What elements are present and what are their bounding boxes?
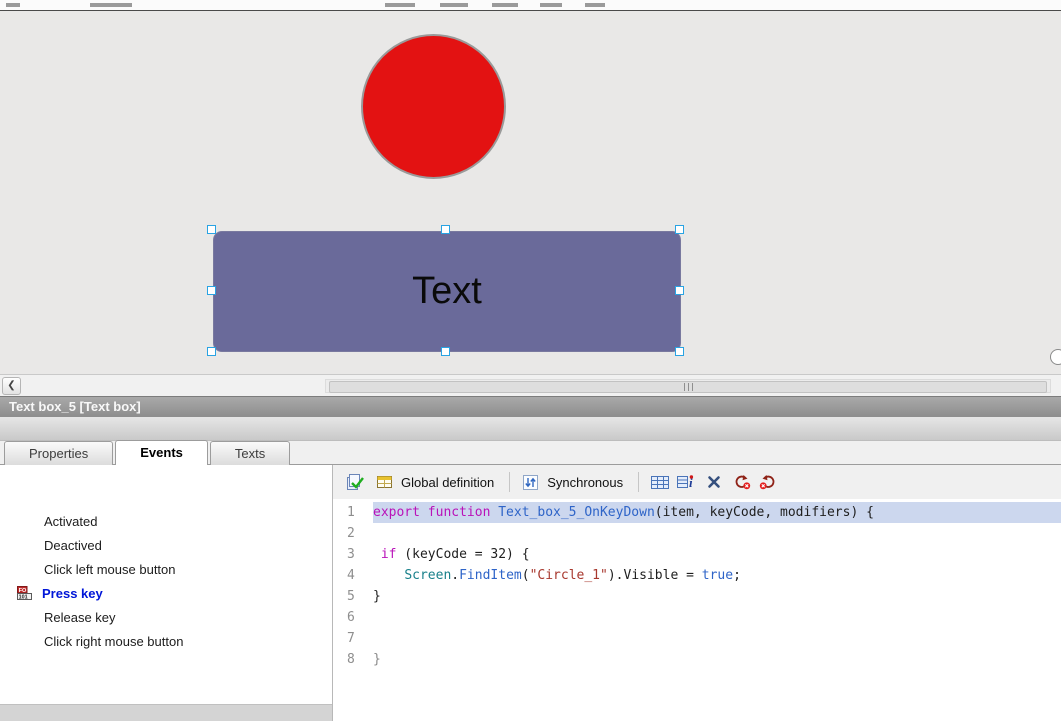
line-number: 4	[347, 565, 365, 586]
line-number: 1	[347, 502, 365, 523]
line-number: 7	[347, 628, 365, 649]
tab-texts[interactable]: Texts	[210, 441, 290, 465]
event-list-item[interactable]: Click right mouse button	[0, 629, 332, 653]
event-item-label: Press key	[42, 586, 103, 601]
event-categories-panel: Activated Deactived Click left mouse butto…	[0, 465, 333, 721]
line-number: 6	[347, 607, 365, 628]
line-number: 5	[347, 586, 365, 607]
event-list-item[interactable]: Release key	[0, 605, 332, 629]
code-text: export function Text_box_5_OnKeyDown(ite…	[373, 502, 1061, 523]
event-item-label: Click right mouse button	[44, 634, 183, 649]
synchronous-icon[interactable]	[521, 473, 540, 492]
canvas-hscrollbar-row	[0, 374, 1061, 397]
selection-handle-middle-left[interactable]	[207, 286, 216, 295]
script-panel: Global definition Synchronous	[333, 465, 1061, 721]
insert-table-icon[interactable]	[650, 474, 670, 491]
line-number: 8	[347, 649, 365, 670]
svg-text:101: 101	[19, 595, 28, 600]
code-line[interactable]: 7	[333, 628, 1061, 649]
code-line[interactable]: 8}	[333, 649, 1061, 670]
selection-handle-top-middle[interactable]	[441, 225, 450, 234]
inspector-title: Text box_5 [Text box]	[0, 396, 1061, 417]
scroll-left-button[interactable]	[2, 377, 21, 395]
tab-events[interactable]: Events	[115, 440, 208, 465]
code-text	[373, 523, 1061, 544]
delete-icon[interactable]	[706, 474, 722, 490]
inspector-subbar	[0, 417, 1061, 441]
script-code-editor[interactable]: 1 export function Text_box_5_OnKeyDown(it…	[333, 499, 1061, 721]
circle-shape[interactable]	[361, 34, 506, 179]
code-line[interactable]: 6	[333, 607, 1061, 628]
code-line[interactable]: 3 if (keyCode = 32) {	[333, 544, 1061, 565]
event-item-label: Deactived	[44, 538, 102, 553]
system-functions-icon[interactable]: i	[676, 473, 696, 491]
global-definition-label: Global definition	[401, 475, 494, 490]
line-number: 2	[347, 523, 365, 544]
code-text	[373, 607, 1061, 628]
event-list-item[interactable]: Deactived	[0, 533, 332, 557]
script-toolbar: Global definition Synchronous	[333, 465, 1061, 499]
event-item-label: Activated	[44, 514, 97, 529]
code-text: }	[373, 586, 1061, 607]
svg-text:FO: FO	[19, 588, 27, 594]
wincc-screen-editor-window: Text Text box_5 [Text box] Properties Ev…	[0, 0, 1061, 721]
synchronous-label: Synchronous	[547, 475, 623, 490]
hscrollbar-thumb[interactable]	[329, 381, 1047, 393]
code-text	[373, 628, 1061, 649]
code-line[interactable]: 2	[333, 523, 1061, 544]
tab-properties[interactable]: Properties	[4, 441, 113, 465]
canvas-edge-handle[interactable]	[1050, 349, 1061, 365]
event-list: Activated Deactived Click left mouse butto…	[0, 465, 332, 653]
event-item-label: Click left mouse button	[44, 562, 176, 577]
selection-handle-bottom-middle[interactable]	[441, 347, 450, 356]
inspector-tab-row: Properties Events Texts	[0, 440, 1061, 465]
toolbar-separator	[638, 472, 639, 492]
selection-handle-top-right[interactable]	[675, 225, 684, 234]
screen-design-canvas[interactable]: Text	[0, 11, 1061, 374]
event-list-bottom-scrollbar[interactable]	[0, 704, 332, 721]
code-line[interactable]: 4 Screen.FindItem("Circle_1").Visible = …	[333, 565, 1061, 586]
selection-handle-bottom-right[interactable]	[675, 347, 684, 356]
toolbar-separator	[509, 472, 510, 492]
selection-handle-middle-right[interactable]	[675, 286, 684, 295]
undo-error-icon[interactable]	[758, 473, 778, 491]
keyboard-101-icon: FO101	[17, 586, 35, 600]
selection-handle-top-left[interactable]	[207, 225, 216, 234]
event-item-label: Release key	[44, 610, 116, 625]
global-definition-icon[interactable]	[375, 473, 394, 491]
textbox-shape[interactable]: Text	[213, 231, 681, 352]
redo-error-icon[interactable]	[732, 473, 752, 491]
event-list-item[interactable]: Activated	[0, 509, 332, 533]
code-lines: 1 export function Text_box_5_OnKeyDown(it…	[333, 502, 1061, 670]
events-tab-content: Activated Deactived Click left mouse butto…	[0, 465, 1061, 721]
event-list-item[interactable]: FO101 Press key	[0, 581, 332, 605]
code-line[interactable]: 1 export function Text_box_5_OnKeyDown(it…	[333, 502, 1061, 523]
code-text: if (keyCode = 32) {	[373, 544, 1061, 565]
event-list-item[interactable]: Click left mouse button	[0, 557, 332, 581]
validate-script-icon[interactable]	[345, 473, 365, 492]
line-number: 3	[347, 544, 365, 565]
hscrollbar-track[interactable]	[325, 379, 1051, 393]
code-line[interactable]: 5}	[333, 586, 1061, 607]
code-text: }	[373, 649, 1061, 670]
selection-handle-bottom-left[interactable]	[207, 347, 216, 356]
code-text: Screen.FindItem("Circle_1").Visible = tr…	[373, 565, 1061, 586]
textbox-label: Text	[412, 270, 482, 313]
clipped-toolbar-strip	[0, 0, 1061, 11]
